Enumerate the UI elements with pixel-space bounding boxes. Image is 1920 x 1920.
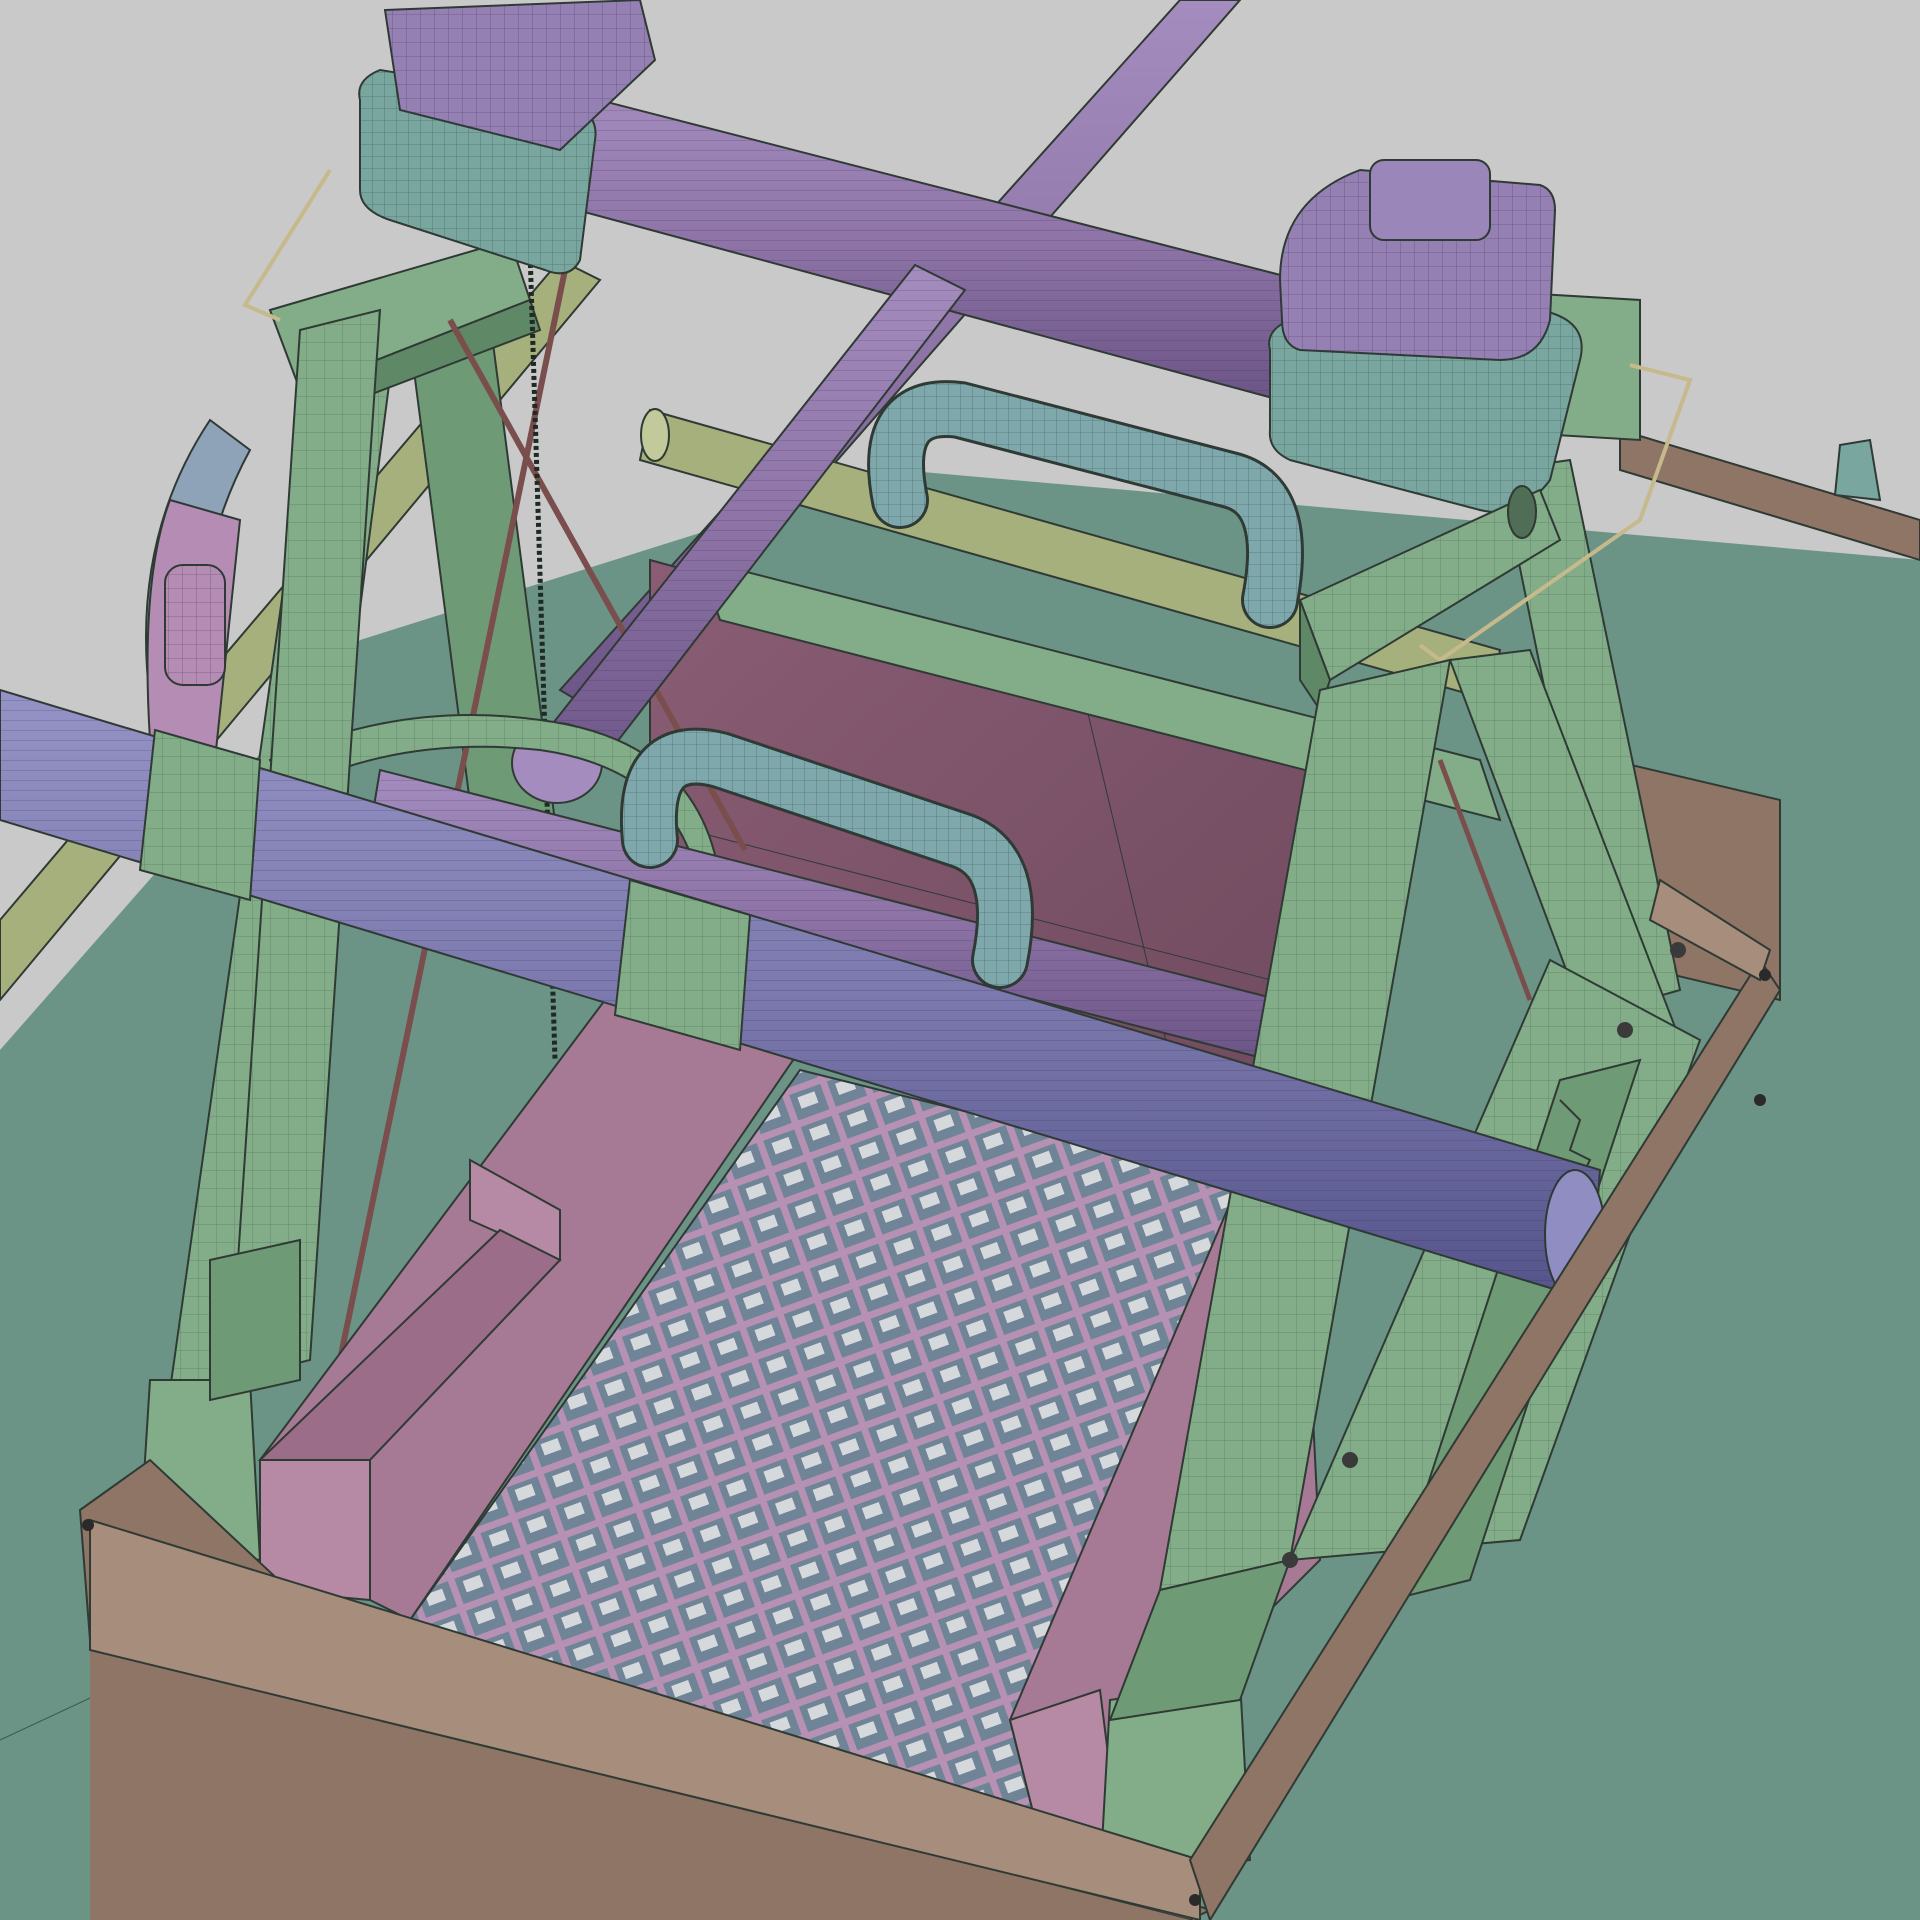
- 3d-model-render: [0, 0, 1920, 1920]
- cap-top-right: [1268, 159, 1583, 513]
- clamp-left: [138, 728, 262, 902]
- 3d-viewport[interactable]: [0, 0, 1920, 1920]
